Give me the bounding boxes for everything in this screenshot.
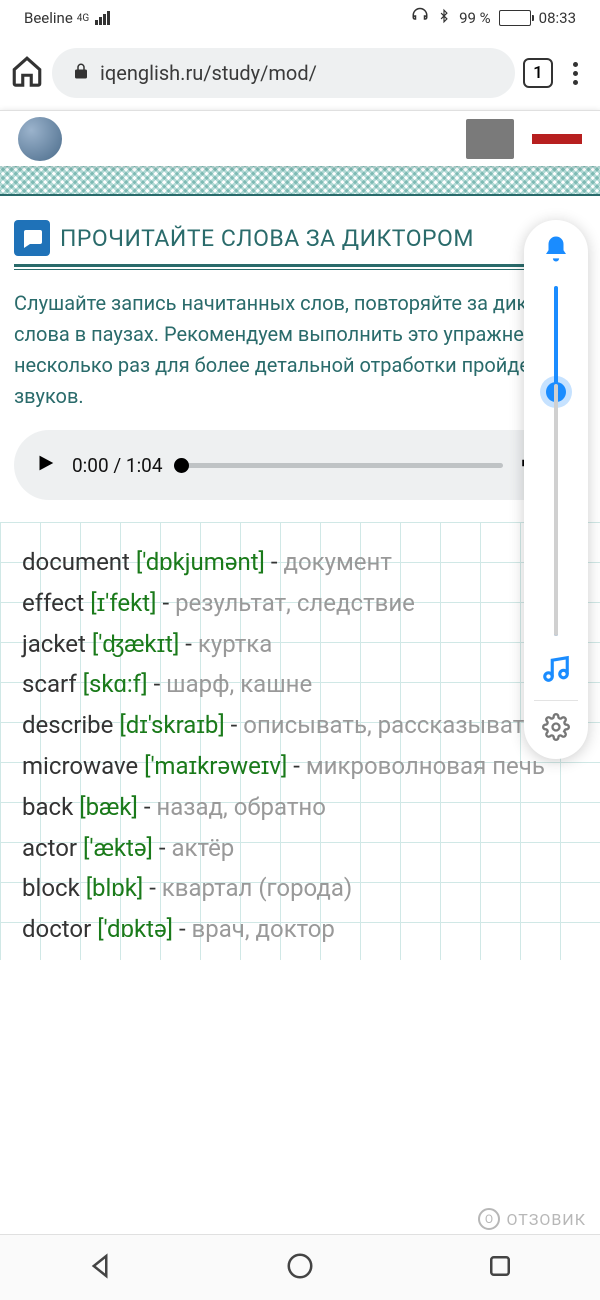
browser-menu-icon[interactable] <box>561 62 590 85</box>
header-accent <box>532 134 582 144</box>
status-right: 99 % 08:33 <box>411 7 576 29</box>
section-title: ПРОЧИТАЙТЕ СЛОВА ЗА ДИКТОРОМ <box>60 225 474 252</box>
decorative-band <box>0 166 600 196</box>
list-item: scarf [skɑ:f] - шарф, кашне <box>10 664 590 705</box>
volume-panel[interactable] <box>524 220 588 759</box>
watermark-icon: О <box>478 1208 500 1230</box>
url-text: iqenglish.ru/study/mod/ <box>100 61 317 85</box>
tab-count: 1 <box>533 63 543 83</box>
music-icon[interactable] <box>541 654 571 688</box>
clock: 08:33 <box>539 9 576 27</box>
list-item: block [blɒk] - квартал (города) <box>10 868 590 909</box>
divider <box>14 264 586 270</box>
home-nav-icon[interactable] <box>285 1251 315 1285</box>
headphones-icon <box>411 7 429 29</box>
list-item: back [bæk] - назад, обратно <box>10 787 590 828</box>
panel-divider <box>534 700 579 701</box>
audio-time: 0:00 / 1:04 <box>72 454 163 477</box>
watermark: О ОТЗОВИК <box>478 1208 586 1230</box>
browser-bar: iqenglish.ru/study/mod/ 1 <box>0 36 600 110</box>
main-content: ПРОЧИТАЙТЕ СЛОВА ЗА ДИКТОРОМ Слушайте за… <box>0 196 600 960</box>
battery-percent: 99 % <box>459 9 491 27</box>
back-icon[interactable] <box>85 1251 115 1285</box>
audio-progress[interactable] <box>179 463 503 468</box>
avatar[interactable] <box>18 117 62 161</box>
play-icon[interactable] <box>34 452 56 478</box>
list-item: describe [dɪ'skraɪb] - описывать, расска… <box>10 705 590 746</box>
signal-icon <box>95 11 110 25</box>
system-nav-bar <box>0 1234 600 1300</box>
status-bar: Beeline 4G 99 % 08:33 <box>0 0 600 36</box>
carrier-label: Beeline <box>24 9 73 27</box>
battery-icon <box>499 10 531 26</box>
site-header <box>0 110 600 166</box>
network-type: 4G <box>77 13 89 24</box>
list-item: doctor ['dɒktə] - врач, доктор <box>10 909 590 950</box>
url-bar[interactable]: iqenglish.ru/study/mod/ <box>52 48 515 98</box>
header-button[interactable] <box>466 119 514 159</box>
recents-icon[interactable] <box>485 1251 515 1285</box>
chat-icon <box>14 220 50 256</box>
bell-icon[interactable] <box>541 234 571 268</box>
list-item: effect [ɪ'fekt] - результат, следствие <box>10 583 590 624</box>
list-item: document ['dɒkjumənt] - документ <box>10 542 590 583</box>
lock-icon <box>72 62 90 85</box>
audio-player[interactable]: 0:00 / 1:04 <box>14 430 586 500</box>
home-icon[interactable] <box>10 54 44 92</box>
status-left: Beeline 4G <box>24 9 110 27</box>
volume-slider[interactable] <box>554 286 558 636</box>
volume-thumb[interactable] <box>546 382 566 402</box>
tabs-button[interactable]: 1 <box>523 58 553 88</box>
word-list: document ['dɒkjumənt] - документ effect … <box>0 522 600 960</box>
list-item: jacket ['ʤækɪt] - куртка <box>10 624 590 665</box>
instruction-text: Слушайте запись начитанных слов, повторя… <box>14 280 586 430</box>
watermark-text: ОТЗОВИК <box>506 1210 586 1229</box>
gear-icon[interactable] <box>542 713 570 745</box>
bluetooth-icon <box>437 7 451 29</box>
list-item: microwave ['maɪkrəweɪv] - микроволновая … <box>10 746 590 787</box>
section-header: ПРОЧИТАЙТЕ СЛОВА ЗА ДИКТОРОМ <box>14 204 586 264</box>
list-item: actor ['æktə] - актёр <box>10 828 590 869</box>
